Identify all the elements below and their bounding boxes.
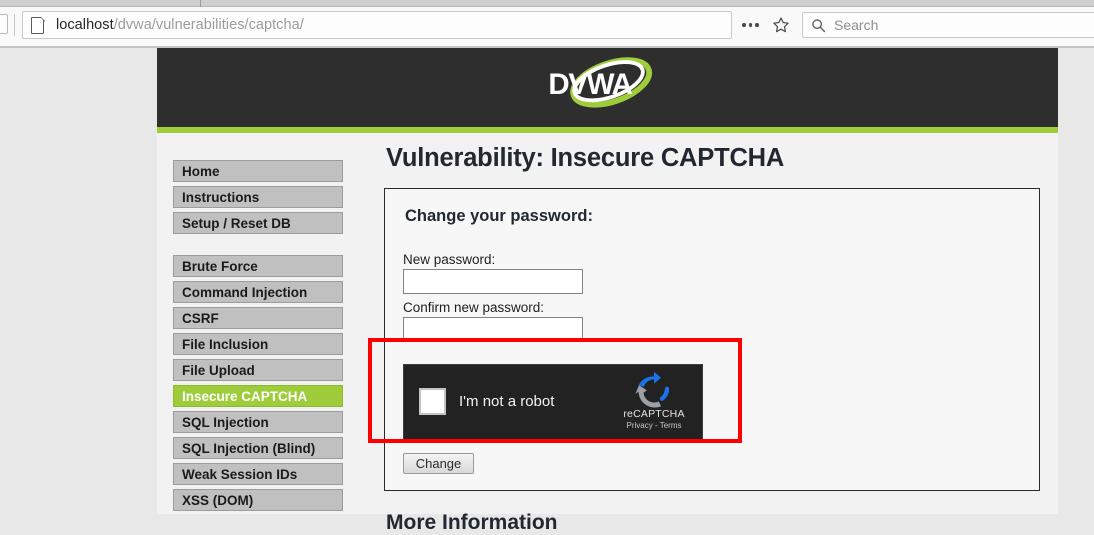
accent-bar <box>157 127 1058 133</box>
sidebar-item-csrf[interactable]: CSRF <box>173 307 343 329</box>
recaptcha-label: I'm not a robot <box>459 393 555 410</box>
new-password-label: New password: <box>403 252 496 267</box>
sidebar-item-label: File Inclusion <box>182 336 269 352</box>
tab-strip <box>0 0 1094 7</box>
main-content: Vulnerability: Insecure CAPTCHA Change y… <box>384 144 1040 535</box>
sidebar-item-instructions[interactable]: Instructions <box>173 186 343 208</box>
page-title: Vulnerability: Insecure CAPTCHA <box>386 144 785 172</box>
page-actions-icon[interactable] <box>742 23 759 27</box>
document-icon <box>31 16 46 34</box>
sidebar-item-home[interactable]: Home <box>173 160 343 182</box>
recaptcha-branding: reCAPTCHA Privacy - Terms <box>614 371 694 430</box>
recaptcha-brand-name: reCAPTCHA <box>623 408 685 420</box>
sidebar-item-xss-dom[interactable]: XSS (DOM) <box>173 489 343 511</box>
sidebar-item-file-inclusion[interactable]: File Inclusion <box>173 333 343 355</box>
dvwa-page: DVWA Home Instructions Setup / Reset DB … <box>157 48 1058 534</box>
confirm-password-input[interactable] <box>403 317 583 342</box>
sidebar-item-label: Weak Session IDs <box>182 466 298 482</box>
sidebar-item-label: Setup / Reset DB <box>182 215 291 231</box>
confirm-password-label: Confirm new password: <box>403 300 545 315</box>
sidebar-group-separator <box>173 238 343 255</box>
search-placeholder: Search <box>834 17 879 33</box>
vulnerability-panel: Change your password: New password: Conf… <box>384 188 1040 491</box>
recaptcha-legal-links[interactable]: Privacy - Terms <box>614 421 694 430</box>
recaptcha-logo-icon <box>635 371 670 408</box>
nav-back-button[interactable] <box>0 14 8 34</box>
sidebar-item-insecure-captcha[interactable]: Insecure CAPTCHA <box>173 385 343 407</box>
sidebar-item-label: Home <box>182 163 220 179</box>
toolbar-actions <box>736 11 796 39</box>
sidebar-item-brute-force[interactable]: Brute Force <box>173 255 343 277</box>
search-box[interactable]: Search <box>802 12 1094 38</box>
url-text: localhost/dvwa/vulnerabilities/captcha/ <box>56 17 304 33</box>
sidebar-item-label: CSRF <box>182 310 219 326</box>
sidebar-item-weak-session-ids[interactable]: Weak Session IDs <box>173 463 343 485</box>
sidebar-item-sql-injection-blind[interactable]: SQL Injection (Blind) <box>173 437 343 459</box>
sidebar-item-label: Instructions <box>182 189 260 205</box>
sidebar-item-label: SQL Injection (Blind) <box>182 440 316 456</box>
form-heading: Change your password: <box>405 207 593 225</box>
sidebar-item-label: Insecure CAPTCHA <box>182 388 308 404</box>
address-bar[interactable]: localhost/dvwa/vulnerabilities/captcha/ <box>22 11 732 39</box>
url-host: localhost <box>56 17 114 33</box>
svg-text:DVWA: DVWA <box>548 68 632 101</box>
more-information-heading: More Information <box>386 511 558 534</box>
browser-chrome: localhost/dvwa/vulnerabilities/captcha/ … <box>0 0 1094 48</box>
recaptcha-widget[interactable]: I'm not a robot reCAPTCHA Privacy - Term… <box>403 364 703 443</box>
magnifier-icon <box>812 18 826 32</box>
sidebar-item-label: Command Injection <box>182 284 308 300</box>
sidebar-item-label: Brute Force <box>182 258 258 274</box>
recaptcha-checkbox[interactable] <box>419 388 446 415</box>
dvwa-logo: DVWA <box>548 57 653 108</box>
toolbar-divider <box>14 14 15 36</box>
tab-divider <box>200 0 201 7</box>
sidebar-item-file-upload[interactable]: File Upload <box>173 359 343 381</box>
url-path: /dvwa/vulnerabilities/captcha/ <box>113 17 304 33</box>
sidebar-item-label: XSS (DOM) <box>182 492 254 508</box>
sidebar-item-label: SQL Injection <box>182 414 269 430</box>
sidebar-item-sql-injection[interactable]: SQL Injection <box>173 411 343 433</box>
new-password-input[interactable] <box>403 269 583 294</box>
page-viewport: DVWA Home Instructions Setup / Reset DB … <box>0 48 1094 534</box>
site-header: DVWA <box>157 48 1058 127</box>
star-icon[interactable] <box>772 16 790 34</box>
sidebar-nav: Home Instructions Setup / Reset DB Brute… <box>173 160 343 515</box>
change-password-button[interactable]: Change <box>403 453 474 474</box>
sidebar-item-setup-reset-db[interactable]: Setup / Reset DB <box>173 212 343 234</box>
sidebar-item-label: File Upload <box>182 362 255 378</box>
sidebar-item-command-injection[interactable]: Command Injection <box>173 281 343 303</box>
